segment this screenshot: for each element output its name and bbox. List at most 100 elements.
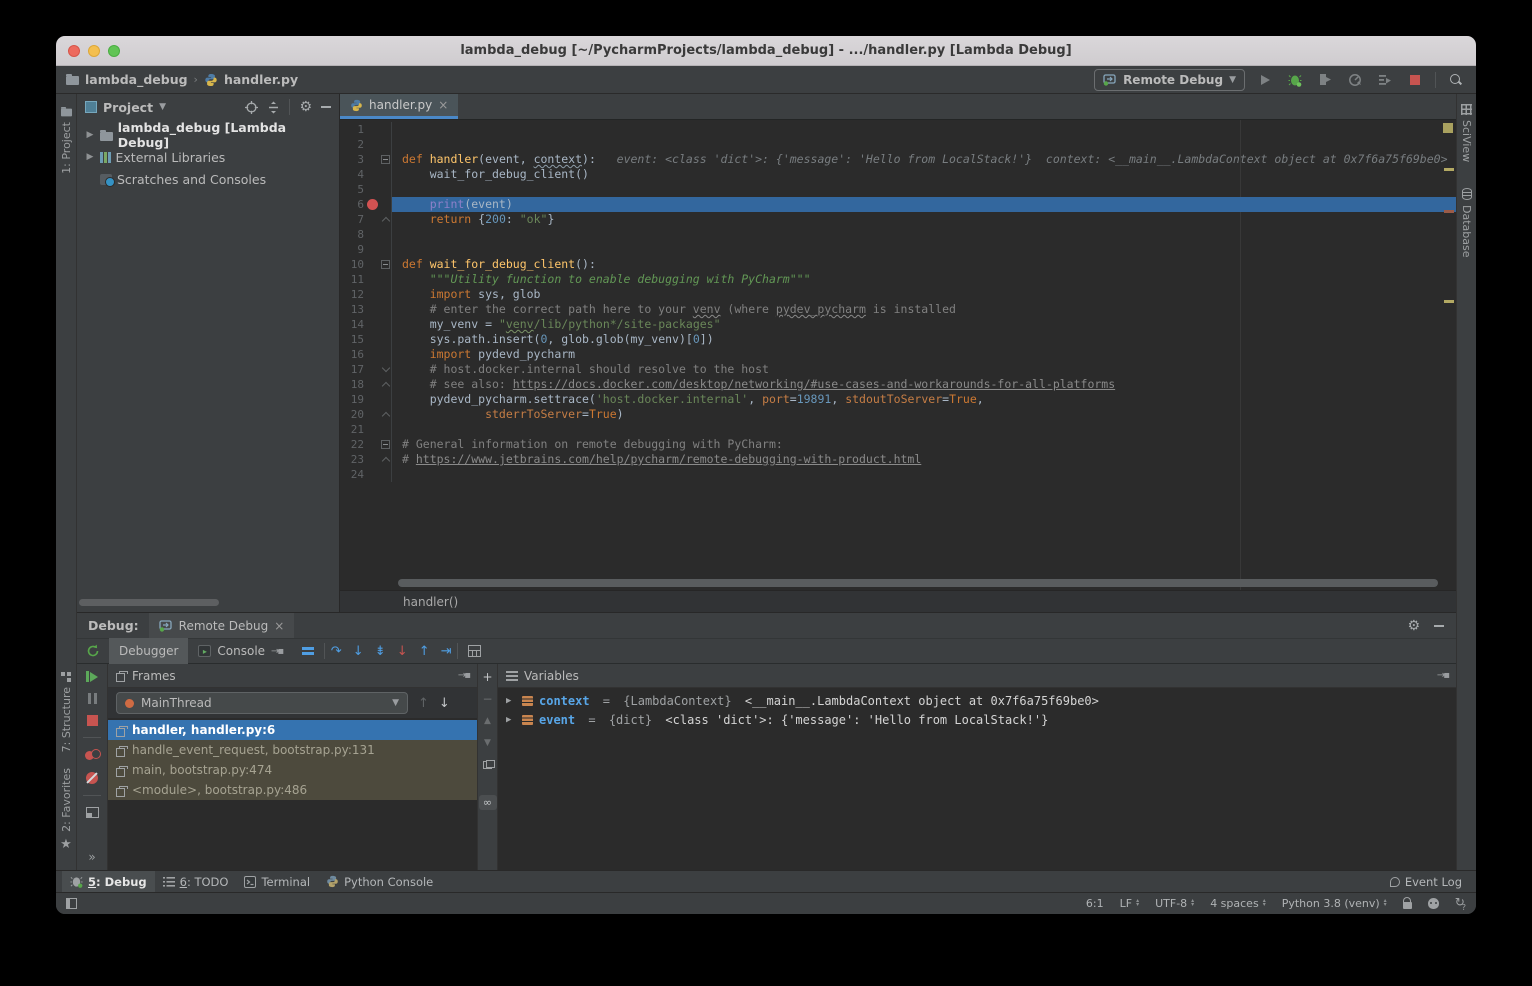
force-step-into-icon[interactable]: ⇟ [369, 644, 391, 659]
status-item[interactable]: UTF-8▴▾ [1155, 897, 1194, 910]
inspection-indicator[interactable] [1443, 123, 1453, 133]
expand-arrow-icon[interactable]: ▶ [506, 696, 516, 706]
show-watches-icon[interactable]: ∞ [479, 795, 497, 810]
code-area[interactable]: 123def handler(event, context): event: <… [340, 120, 1456, 590]
frame-row[interactable]: handler, handler.py:6 [108, 720, 477, 740]
gutter[interactable]: 23 [340, 452, 392, 467]
run-with-settings-button[interactable] [1375, 70, 1395, 90]
gutter[interactable]: 13 [340, 302, 392, 317]
tool-button-sciview[interactable]: SciView [1460, 104, 1473, 162]
move-up-icon[interactable]: ▲ [484, 716, 491, 726]
tree-item-project-root[interactable]: ▶ lambda_debug [Lambda Debug] [77, 124, 339, 146]
breadcrumb-file[interactable]: handler.py [224, 72, 298, 87]
fold-marker[interactable] [381, 217, 389, 225]
more-actions-icon[interactable]: » [88, 850, 95, 864]
event-log-button[interactable]: Event Log [1390, 875, 1462, 889]
close-tab-icon[interactable]: × [438, 98, 448, 112]
fold-marker[interactable] [381, 440, 390, 449]
gutter[interactable]: 3 [340, 152, 392, 167]
fold-marker[interactable] [381, 382, 389, 390]
hide-panel-icon[interactable] [1434, 625, 1444, 627]
show-execution-point-icon[interactable] [302, 647, 314, 655]
minimize-window-button[interactable] [88, 45, 100, 57]
gutter[interactable]: 19 [340, 392, 392, 407]
pin-icon[interactable]: →▪ [271, 646, 282, 657]
evaluate-expression-icon[interactable] [468, 645, 481, 657]
collapse-all-icon[interactable] [267, 101, 280, 114]
tool-button-project[interactable]: 1: Project [60, 106, 73, 174]
pin-icon[interactable]: →▪ [1437, 670, 1448, 681]
tool-button-todo[interactable]: 6: TODO [155, 871, 237, 893]
hide-panel-icon[interactable] [321, 106, 331, 108]
duplicate-watch-icon[interactable] [483, 760, 493, 769]
profiler-button[interactable] [1345, 70, 1365, 90]
next-frame-icon[interactable]: ↓ [439, 696, 450, 711]
gear-icon[interactable]: ⚙ [299, 100, 312, 114]
stop-button[interactable] [1405, 70, 1425, 90]
remove-watch-icon[interactable]: − [482, 694, 492, 704]
gutter[interactable]: 10 [340, 257, 392, 272]
breadcrumb-project[interactable]: lambda_debug [85, 72, 188, 87]
run-configuration-select[interactable]: Remote Debug ▼ [1094, 69, 1245, 91]
move-down-icon[interactable]: ▼ [484, 738, 491, 748]
close-session-icon[interactable]: × [274, 619, 284, 633]
run-to-cursor-icon[interactable]: ⇥ [435, 644, 457, 659]
status-item[interactable]: LF▴▾ [1120, 897, 1139, 910]
project-horizontal-scrollbar[interactable] [79, 599, 219, 606]
step-over-icon[interactable]: ↷ [325, 644, 347, 659]
chevron-down-icon[interactable]: ▼ [159, 102, 166, 112]
debug-session-tab[interactable]: Remote Debug × [149, 613, 295, 638]
tool-button-debug[interactable]: 5: Debug [62, 871, 155, 893]
tree-item-scratches[interactable]: Scratches and Consoles [77, 168, 339, 190]
variable-row[interactable]: ▶event = {dict} <class 'dict'>: {'messag… [498, 710, 1456, 729]
editor-vertical-scrollbar[interactable] [1441, 120, 1456, 590]
debug-button[interactable] [1285, 70, 1305, 90]
gutter[interactable]: 15 [340, 332, 392, 347]
fold-marker[interactable] [381, 260, 390, 269]
breadcrumb-function[interactable]: handler() [403, 595, 458, 609]
resume-program-icon[interactable] [86, 671, 98, 682]
gutter[interactable]: 22 [340, 437, 392, 452]
variables-menu-icon[interactable] [506, 671, 518, 681]
fold-marker[interactable] [381, 364, 389, 372]
project-panel-title[interactable]: Project [103, 100, 153, 115]
restore-layout-icon[interactable] [86, 807, 99, 818]
gutter[interactable]: 2 [340, 137, 392, 152]
zoom-window-button[interactable] [108, 45, 120, 57]
tool-button-terminal[interactable]: Terminal [236, 871, 318, 893]
locate-file-icon[interactable] [245, 101, 258, 114]
coverage-button[interactable] [1315, 70, 1335, 90]
step-into-icon[interactable]: ↓ [347, 644, 369, 659]
breakpoint-dot[interactable] [367, 199, 378, 210]
gutter[interactable]: 4 [340, 167, 392, 182]
gutter[interactable]: 20 [340, 407, 392, 422]
tool-button-database[interactable]: Database [1460, 188, 1473, 258]
variable-row[interactable]: ▶context = {LambdaContext} <__main__.Lam… [498, 691, 1456, 710]
stop-icon[interactable] [87, 715, 98, 726]
fold-marker[interactable] [381, 457, 389, 465]
mute-breakpoints-icon[interactable] [86, 772, 98, 784]
gutter[interactable]: 8 [340, 227, 392, 242]
tool-window-toggle-icon[interactable] [66, 898, 77, 909]
gutter[interactable]: 6 [340, 197, 392, 212]
tool-button-favorites[interactable]: 2: Favorites ★ [60, 768, 73, 852]
view-breakpoints-icon[interactable] [85, 749, 100, 761]
update-icon[interactable]: ↻? [1455, 895, 1466, 911]
status-item[interactable]: 4 spaces▴▾ [1210, 897, 1266, 910]
status-item[interactable]: Python 3.8 (venv)▴▾ [1282, 897, 1387, 910]
step-into-my-code-icon[interactable]: ↓ [391, 644, 413, 659]
frame-row[interactable]: main, bootstrap.py:474 [108, 760, 477, 780]
gutter[interactable]: 1 [340, 122, 392, 137]
frame-row[interactable]: <module>, bootstrap.py:486 [108, 780, 477, 800]
pin-icon[interactable]: →▪ [458, 670, 469, 681]
gutter[interactable]: 12 [340, 287, 392, 302]
gutter[interactable]: 18 [340, 377, 392, 392]
rerun-icon[interactable] [86, 644, 100, 658]
gutter[interactable]: 17 [340, 362, 392, 377]
tool-button-python-console[interactable]: Python Console [318, 871, 441, 893]
fold-marker[interactable] [381, 412, 389, 420]
pause-program-icon[interactable] [88, 693, 97, 704]
gutter[interactable]: 14 [340, 317, 392, 332]
close-window-button[interactable] [68, 45, 80, 57]
frame-row[interactable]: handle_event_request, bootstrap.py:131 [108, 740, 477, 760]
